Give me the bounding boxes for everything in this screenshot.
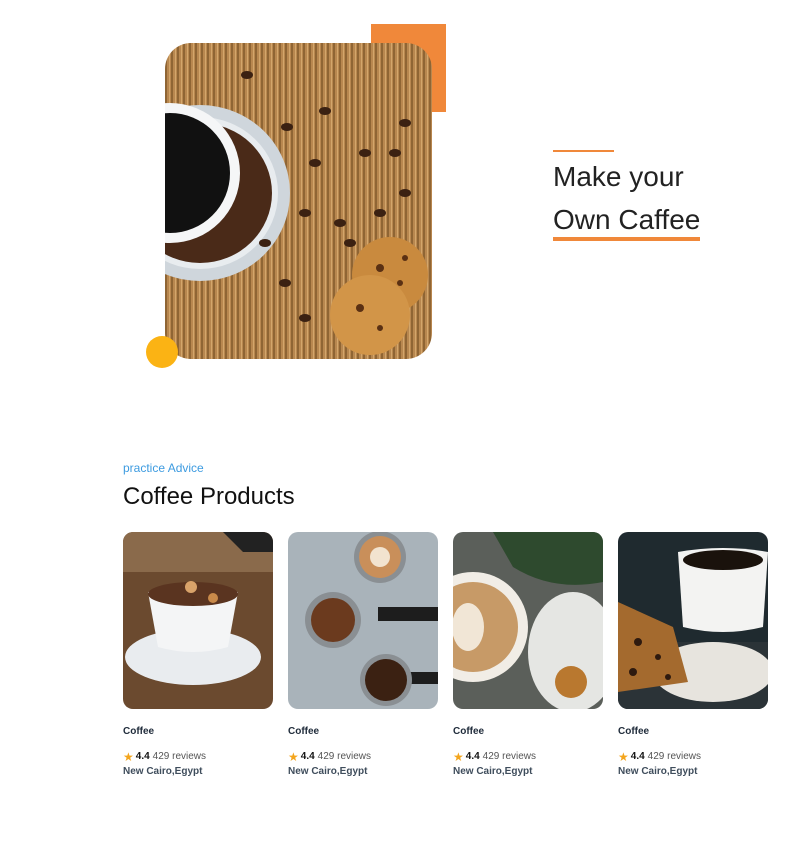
hero-heading: Make your Own Caffee [553,150,701,241]
product-location: New Cairo,Egypt [123,766,203,777]
product-name[interactable]: Coffee [618,726,649,737]
latte-art-photo [453,532,603,709]
product-image[interactable] [453,532,603,709]
star-icon: ★ [288,749,299,764]
product-rating: ★ 4.4 429 reviews [123,749,207,764]
product-rating: ★ 4.4 429 reviews [618,749,702,764]
product-rating: ★ 4.4 429 reviews [453,749,537,764]
hero-image [165,43,432,359]
product-image[interactable] [123,532,273,709]
coffee-cup-beans-cookies-photo [165,43,432,359]
rating-score: 4.4 [630,751,645,762]
rating-score: 4.4 [300,751,315,762]
review-count: 429 reviews [482,751,537,762]
product-name[interactable]: Coffee [453,726,484,737]
mocha-cup-photo [123,532,273,709]
star-icon: ★ [453,749,464,764]
product-location: New Cairo,Egypt [453,766,533,777]
rating-score: 4.4 [465,751,480,762]
review-count: 429 reviews [152,751,207,762]
decorative-yellow-dot [146,336,178,368]
hero-heading-line2: Own Caffee [553,203,701,241]
espresso-portafilters-photo [288,532,438,709]
product-card[interactable]: Coffee ★ 4.4 429 reviews New Cairo,Egypt [618,532,768,777]
product-rating: ★ 4.4 429 reviews [288,749,372,764]
product-image[interactable] [288,532,438,709]
rating-score: 4.4 [135,751,150,762]
product-name[interactable]: Coffee [123,726,154,737]
product-card[interactable]: Coffee ★ 4.4 429 reviews New Cairo,Egypt [453,532,603,777]
product-location: New Cairo,Egypt [288,766,368,777]
hero-heading-line1: Make your [553,161,684,192]
section-title: Coffee Products [123,483,295,510]
star-icon: ★ [123,749,134,764]
product-card[interactable]: Coffee ★ 4.4 429 reviews New Cairo,Egypt [288,532,438,777]
product-name[interactable]: Coffee [288,726,319,737]
product-card[interactable]: Coffee ★ 4.4 429 reviews New Cairo,Egypt [123,532,273,777]
star-icon: ★ [618,749,629,764]
section-kicker: practice Advice [123,461,204,475]
product-image[interactable] [618,532,768,709]
product-location: New Cairo,Egypt [618,766,698,777]
coffee-and-cake-photo [618,532,768,709]
review-count: 429 reviews [317,751,372,762]
heading-accent-rule [553,150,614,152]
review-count: 429 reviews [647,751,702,762]
